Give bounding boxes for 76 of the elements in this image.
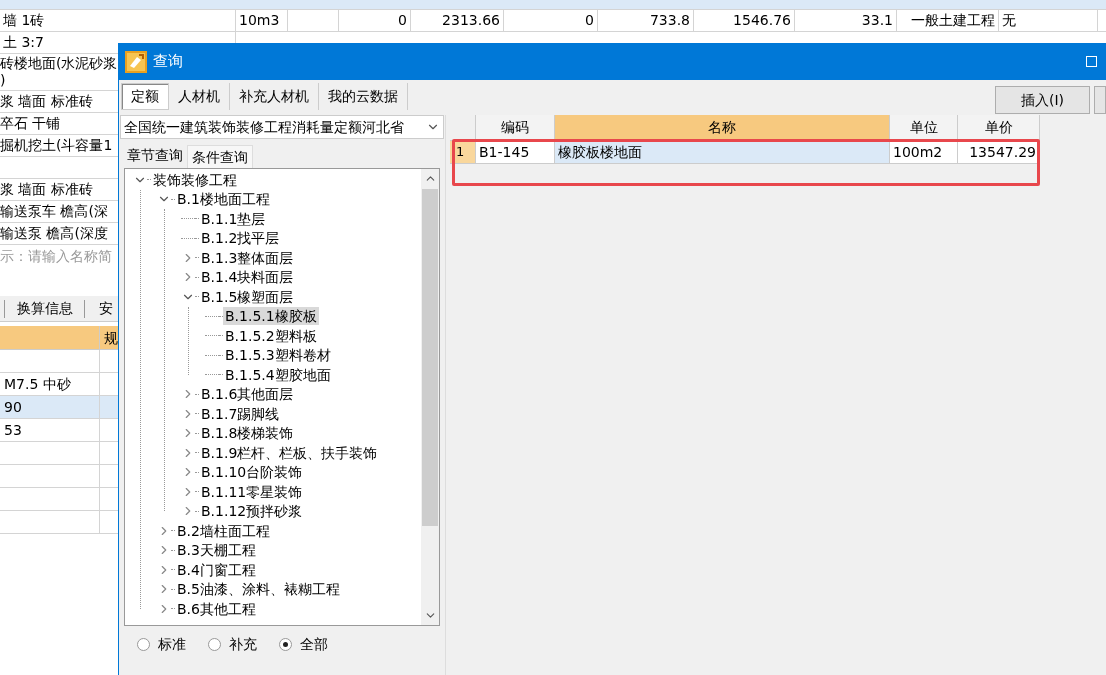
table-row[interactable]: 53 bbox=[0, 419, 118, 442]
table-cell: 橡胶板楼地面 bbox=[555, 141, 890, 163]
tab[interactable]: 条件查询 bbox=[187, 145, 253, 168]
scrollbar[interactable] bbox=[421, 169, 439, 625]
tree-item[interactable]: B.1.7踢脚线 bbox=[199, 404, 282, 423]
radio-label: 全部 bbox=[300, 634, 328, 654]
table-cell-text: 2313.66 bbox=[442, 11, 500, 30]
table-row[interactable]: 墙 1砖 10m3 0 2313.66 0 733.8 1546.76 33.1 一般土建工程 无 bbox=[0, 10, 1106, 32]
column-header[interactable]: 单价 bbox=[958, 115, 1040, 140]
table-header: 规 bbox=[0, 326, 118, 350]
tree-item[interactable]: B.1.6其他面层 bbox=[199, 385, 296, 404]
tree-item[interactable]: B.1.5.1橡胶板 bbox=[223, 307, 319, 326]
tab[interactable]: 定额 bbox=[121, 83, 169, 110]
tab[interactable]: 换算信息 bbox=[17, 298, 73, 319]
tree-item[interactable]: B.1.8楼梯装饰 bbox=[199, 424, 296, 443]
table-cell-text: 0 bbox=[585, 11, 594, 30]
table-row[interactable]: 90 bbox=[0, 396, 118, 419]
app-icon bbox=[125, 50, 147, 73]
tree-item[interactable]: B.1.12预拌砂浆 bbox=[199, 502, 305, 521]
radio-button[interactable] bbox=[279, 637, 292, 651]
table-cell-text: 53 bbox=[4, 420, 22, 440]
table-cell-text: 0 bbox=[398, 11, 407, 30]
tree-item[interactable]: B.2墙柱面工程 bbox=[175, 521, 272, 540]
tree-item[interactable]: B.1.9栏杆、栏板、扶手装饰 bbox=[199, 443, 380, 462]
tree-item[interactable]: B.1.5.2塑料板 bbox=[223, 326, 319, 345]
table-cell-text: 土 3:7 bbox=[3, 33, 44, 52]
table-cell-text: 1546.76 bbox=[733, 11, 791, 30]
toolbar-button[interactable] bbox=[1094, 86, 1106, 114]
radio-button[interactable] bbox=[208, 637, 221, 651]
insert-button[interactable]: 插入(I) bbox=[995, 86, 1090, 114]
column-header[interactable]: 名称 bbox=[555, 115, 890, 140]
table-cell-text: 浆 墙面 标准砖 bbox=[0, 93, 94, 110]
table-cell-text: 掘机挖土(斗容量1 bbox=[0, 137, 114, 154]
table-cell: 砖楼地面(水泥砂浆 bbox=[0, 55, 118, 72]
table-cell-text: M7.5 中砂 bbox=[4, 374, 71, 394]
table-cell-text: 无 bbox=[1002, 11, 1016, 30]
tree-item[interactable]: B.3天棚工程 bbox=[175, 541, 258, 560]
table-cell-text: 卒石 干铺 bbox=[0, 115, 62, 132]
tree-item[interactable]: B.1.5.4塑胶地面 bbox=[223, 365, 333, 384]
table-cell: 13547.29 bbox=[958, 141, 1040, 163]
tree-item[interactable]: B.1.5橡塑面层 bbox=[199, 287, 296, 306]
tree-item[interactable]: 装饰装修工程 bbox=[151, 170, 239, 189]
window-title: 查询 bbox=[153, 51, 183, 73]
table-cell-text: 输送泵 檐高(深度 bbox=[0, 225, 109, 242]
column-header[interactable]: 单位 bbox=[890, 115, 958, 140]
tab[interactable]: 安 bbox=[99, 298, 113, 319]
tree-item[interactable]: B.1.2找平层 bbox=[199, 229, 282, 248]
radio-label: 补充 bbox=[229, 634, 257, 654]
radio-label: 标准 bbox=[158, 634, 186, 654]
tree-item[interactable]: B.1.5.3塑料卷材 bbox=[223, 346, 333, 365]
tree-item[interactable]: B.1楼地面工程 bbox=[175, 190, 272, 209]
column-header[interactable]: 编码 bbox=[476, 115, 555, 140]
table-row[interactable]: M7.5 中砂 bbox=[0, 373, 118, 396]
table-cell-text: 墙 1砖 bbox=[3, 11, 45, 30]
tree-item[interactable]: B.1.10台阶装饰 bbox=[199, 463, 305, 482]
table-cell-text: ) bbox=[0, 72, 7, 89]
radio-button[interactable] bbox=[137, 637, 150, 651]
tree-item[interactable]: B.1.1垫层 bbox=[199, 209, 268, 228]
table-cell-text: 90 bbox=[4, 397, 22, 417]
table-cell-text: 733.8 bbox=[649, 11, 690, 30]
tree-item[interactable]: B.6其他工程 bbox=[175, 599, 258, 618]
table-cell-text: 33.1 bbox=[861, 11, 893, 30]
maximize-icon[interactable] bbox=[1086, 56, 1097, 67]
tree-item[interactable]: B.1.11零星装饰 bbox=[199, 482, 305, 501]
tree-item[interactable]: B.4门窗工程 bbox=[175, 560, 258, 579]
table-cell-text: 一般土建工程 bbox=[911, 11, 995, 30]
table-cell-text: 10m3 bbox=[239, 11, 280, 30]
scrollbar-thumb[interactable] bbox=[422, 189, 438, 526]
tree-item[interactable]: B.1.3整体面层 bbox=[199, 248, 296, 267]
table-cell-text: 浆 墙面 标准砖 bbox=[0, 181, 94, 198]
library-dropdown[interactable]: 全国统一建筑装饰装修工程消耗量定额河北省 bbox=[120, 115, 444, 139]
tree-item[interactable]: B.5油漆、涂料、裱糊工程 bbox=[175, 580, 342, 599]
search-hint: 示：请输入名称简 bbox=[0, 246, 112, 266]
table-cell: 100m2 bbox=[890, 141, 958, 163]
tree-item[interactable]: B.1.4块料面层 bbox=[199, 268, 296, 287]
table-cell-text: 输送泵车 檐高(深 bbox=[0, 203, 109, 220]
